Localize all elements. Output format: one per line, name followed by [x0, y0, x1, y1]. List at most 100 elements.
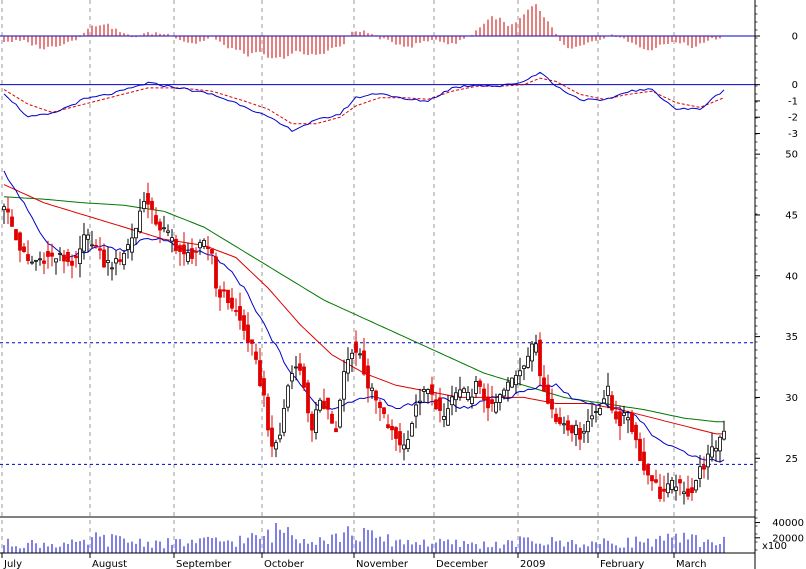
candle-body: [694, 480, 698, 491]
candle-body: [122, 252, 126, 266]
candle-body: [662, 488, 666, 492]
candle-body: [566, 420, 570, 431]
candle-body: [134, 227, 138, 239]
candle-body: [586, 420, 590, 433]
candle-body: [78, 248, 82, 265]
candle-body: [550, 398, 554, 410]
candle-body: [430, 384, 434, 395]
candle-body: [466, 391, 470, 400]
candle-body: [474, 380, 478, 394]
candle-body: [170, 237, 174, 242]
candle-body: [210, 249, 214, 254]
momentum-tick-label: 0: [792, 80, 798, 91]
candle-body: [410, 423, 414, 437]
candle-body: [554, 413, 558, 422]
month-label-2009: 2009: [520, 559, 545, 569]
candle-body: [242, 315, 246, 331]
candle-body: [294, 366, 298, 369]
candle-body: [454, 392, 458, 401]
candle-body: [98, 248, 102, 251]
candle-body: [166, 230, 170, 233]
candle-body: [510, 377, 514, 388]
candle: [338, 398, 342, 429]
candle-body: [394, 427, 398, 439]
chart-background: [0, 0, 806, 569]
candle-body: [326, 397, 330, 410]
candle-body: [362, 350, 366, 375]
candle-body: [658, 486, 662, 499]
candle-body: [158, 221, 162, 231]
month-label-october: October: [264, 559, 305, 569]
candle-body: [214, 256, 218, 289]
candle-body: [610, 395, 614, 411]
candle-body: [486, 396, 490, 409]
stock-chart: 00-1-2-32530354045502000040000x100July Au…: [0, 0, 806, 569]
candle-body: [646, 464, 650, 476]
candle: [318, 397, 322, 413]
momentum-tick-label: -1: [788, 96, 798, 107]
candle: [302, 363, 306, 391]
candle-body: [302, 366, 306, 388]
candle-body: [606, 385, 610, 396]
candle-body: [558, 417, 562, 424]
month-label-july: July: [3, 559, 22, 569]
candle-body: [222, 289, 226, 292]
candle-body: [30, 261, 34, 264]
candle-body: [126, 244, 130, 250]
candle-body: [602, 398, 606, 404]
candle-body: [594, 411, 598, 413]
candle-body: [502, 389, 506, 397]
candle-body: [342, 371, 346, 400]
candle-body: [582, 430, 586, 434]
candle-body: [202, 240, 206, 247]
candle-body: [290, 373, 294, 382]
candle-body: [402, 444, 406, 450]
candle-body: [258, 360, 262, 387]
candle-body: [174, 238, 178, 251]
candle-body: [42, 260, 46, 264]
candle-body: [114, 258, 118, 264]
candle-body: [322, 400, 326, 409]
candle-body: [286, 385, 290, 408]
candle-body: [450, 396, 454, 406]
candle-body: [118, 259, 122, 262]
price-tick-label: 25: [785, 454, 798, 465]
candle-body: [442, 416, 446, 420]
candle-body: [682, 491, 686, 495]
candle-body: [590, 415, 594, 420]
candle-body: [358, 353, 362, 356]
candle-body: [506, 381, 510, 391]
volume-unit-label: x100: [762, 541, 787, 552]
candle-body: [374, 390, 378, 401]
candle: [410, 421, 414, 437]
momentum-tick-label: -3: [788, 129, 798, 140]
candle-body: [642, 451, 646, 471]
candle-body: [262, 378, 266, 396]
candle-body: [478, 380, 482, 387]
candle-body: [110, 267, 114, 270]
month-label-september: September: [176, 559, 232, 569]
candle-body: [186, 252, 190, 262]
candle: [266, 393, 270, 437]
candle-body: [198, 242, 202, 249]
candle-body: [710, 446, 714, 458]
candle-body: [278, 434, 282, 440]
candle-body: [494, 401, 498, 413]
candle-body: [54, 258, 58, 263]
candle: [630, 410, 634, 435]
candle-body: [630, 412, 634, 433]
candle-body: [6, 208, 10, 213]
candle-body: [538, 339, 542, 377]
candle-body: [102, 249, 106, 268]
candle-body: [378, 401, 382, 409]
price-tick-label: 45: [785, 210, 798, 221]
candle-body: [418, 400, 422, 403]
candle-body: [370, 387, 374, 391]
candle: [286, 383, 290, 412]
candle-body: [38, 258, 42, 261]
candle-body: [310, 413, 314, 431]
candle-body: [690, 487, 694, 494]
candle-body: [146, 193, 150, 205]
candle-body: [406, 439, 410, 450]
candle-body: [50, 252, 54, 257]
